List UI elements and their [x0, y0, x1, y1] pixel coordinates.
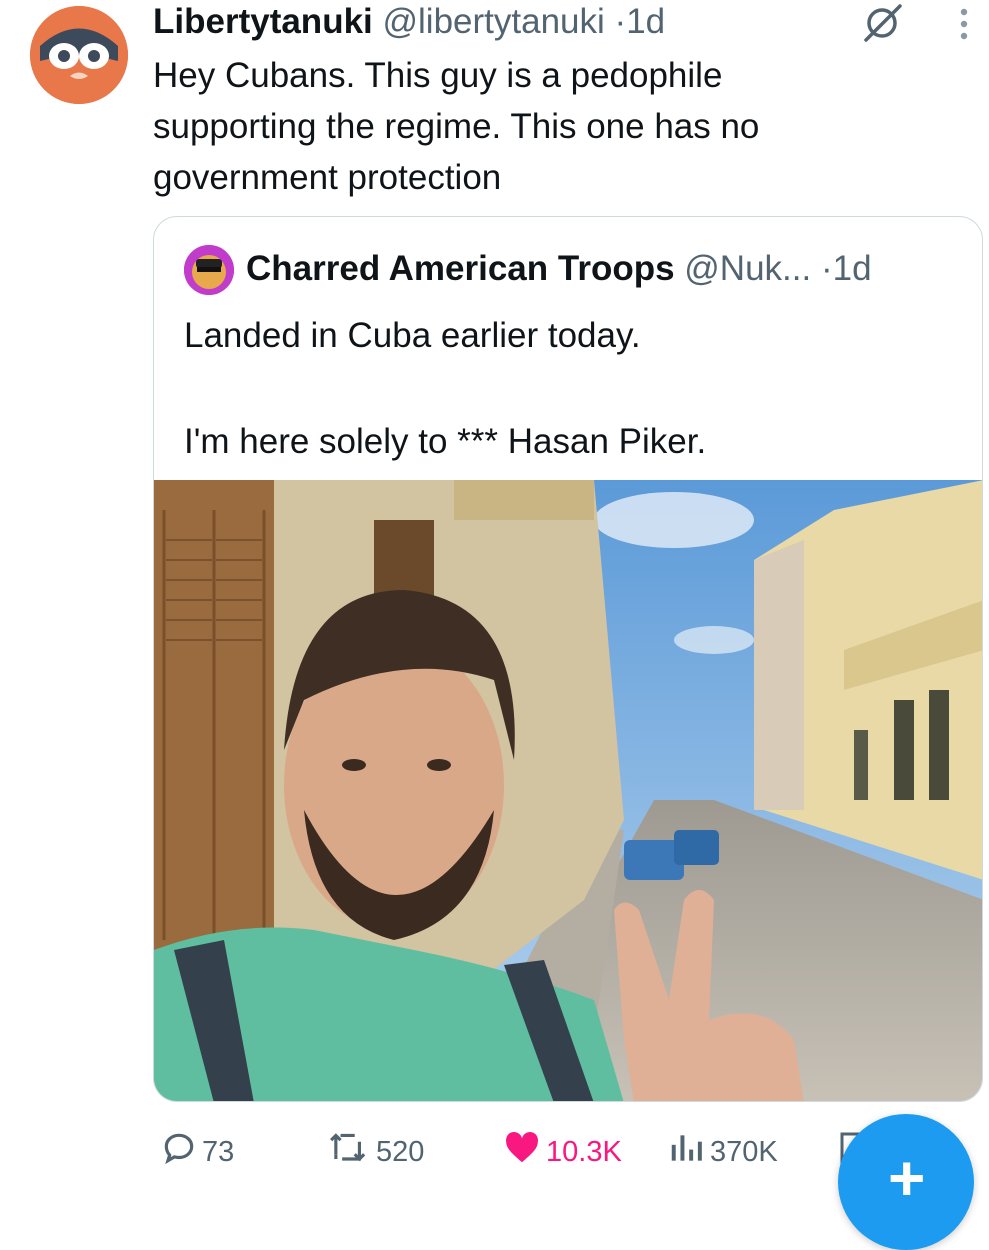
like-count: 10.3K — [546, 1135, 622, 1168]
views-button[interactable]: 370K — [666, 1127, 778, 1177]
plus-icon: + — [888, 1142, 926, 1214]
tweet-text: Hey Cubans. This guy is a pedophile supp… — [153, 56, 760, 197]
like-button[interactable]: 10.3K — [502, 1127, 622, 1177]
quoted-author-handle[interactable]: @Nuk... — [684, 249, 811, 288]
quoted-tweet-card[interactable]: Charred American Troops @Nuk... ·1d Land… — [153, 216, 983, 1102]
repost-button[interactable]: 520 — [328, 1127, 424, 1177]
views-count: 370K — [710, 1135, 778, 1168]
heart-icon — [502, 1129, 546, 1175]
tweet-header: Libertytanuki @libertytanuki ·1d — [153, 0, 665, 44]
reply-count: 73 — [202, 1135, 235, 1168]
quoted-author-avatar[interactable] — [184, 245, 234, 295]
repost-count: 520 — [376, 1135, 425, 1168]
separator-dot: · — [820, 249, 833, 288]
grok-icon[interactable] — [858, 0, 908, 44]
reply-button[interactable]: 73 — [160, 1127, 234, 1177]
quoted-author-name[interactable]: Charred American Troops — [246, 249, 675, 288]
more-vertical-icon[interactable] — [953, 6, 975, 42]
quoted-tweet-text: Landed in Cuba earlier today. I'm here s… — [184, 316, 707, 461]
tweet-photo[interactable] — [154, 480, 982, 1101]
views-icon — [666, 1129, 710, 1175]
repost-icon — [328, 1129, 376, 1175]
compose-button[interactable]: + — [838, 1114, 974, 1250]
author-avatar[interactable] — [30, 6, 128, 104]
separator-dot: · — [614, 2, 627, 41]
reply-icon — [160, 1129, 202, 1175]
quoted-tweet-header: Charred American Troops @Nuk... ·1d — [246, 247, 872, 291]
author-name[interactable]: Libertytanuki — [153, 2, 373, 41]
quoted-tweet-time[interactable]: 1d — [833, 249, 872, 288]
author-handle[interactable]: @libertytanuki — [383, 2, 605, 41]
tweet-time[interactable]: 1d — [626, 2, 665, 41]
